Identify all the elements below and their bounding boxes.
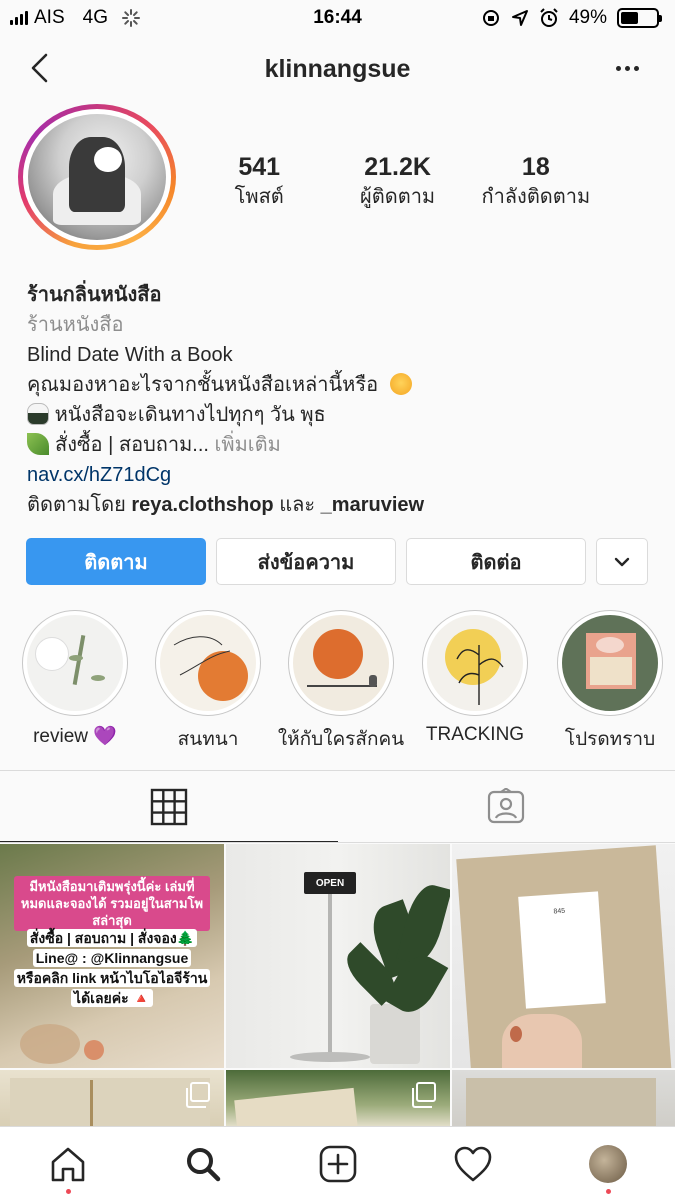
bio-line: Blind Date With a Book [27,344,233,366]
story-highlights: review 💜 สนทนา ให้กับใครสักคน TRACKING โ… [0,610,675,750]
followed-by[interactable]: ติดตามโดย reya.clothshop และ _maruview [27,490,657,520]
profile-username: klinnangsue [264,54,411,83]
alarm-icon [540,8,558,27]
following-count[interactable]: 18 กำลังติดตาม [472,152,600,212]
signal-icon [10,11,28,25]
suggested-dropdown-button[interactable] [596,538,648,585]
back-chevron-icon[interactable] [24,50,60,86]
bio-more-link[interactable]: เพิ่มเติม [215,434,281,456]
highlight-notice[interactable]: โปรดทราบ [545,610,675,754]
tab-grid[interactable] [0,771,338,843]
multiple-photos-icon [186,1082,210,1108]
battery-percent: 49% [568,7,607,28]
tab-home[interactable] [0,1127,135,1200]
avatar-photo [28,114,166,240]
carrier-label: AIS [34,7,65,28]
highlight-cover [160,615,256,711]
highlight-label: TRACKING [425,724,525,745]
status-bar: AIS 4G 16:44 49% [0,0,675,36]
grid-icon [150,788,187,826]
highlight-label: review 💜 [33,726,117,747]
post-thumbnail[interactable] [452,1070,675,1126]
bio-line: หนังสือจะเดินทางไปทุกๆ วัน พุธ [27,400,657,430]
highlight-cover [293,615,389,711]
profile-display-name: ร้านกลิ่นหนังสือ [27,284,162,306]
highlight-label: โปรดทราบ [564,729,656,750]
highlight-label: ให้กับใครสักคน [277,729,405,750]
post-thumbnail[interactable]: มีหนังสือมาเติมพรุ่งนี้ค่ะ เล่มที่หมดและ… [0,844,224,1068]
bio-line: สั่งซื้อ | สอบถาม... เพิ่มเติม [27,430,657,460]
location-icon [511,10,528,26]
highlight-chat[interactable]: สนทนา [143,610,273,754]
profile-avatar[interactable] [18,104,176,250]
bottom-tab-bar [0,1126,675,1200]
chevron-down-icon [614,557,630,566]
highlight-review[interactable]: review 💜 [10,610,140,748]
status-right: 49% [481,7,662,29]
profile-stats: 541 โพสต์ 21.2K ผู้ติดตาม 18 กำลังติดตาม [200,152,600,212]
leaf-icon [27,433,49,455]
profile-actions: ติดตาม ส่งข้อความ ติดต่อ [26,538,648,585]
post-thumbnail[interactable] [226,1070,450,1126]
posts-count[interactable]: 541 โพสต์ [200,152,318,212]
bio-website-link[interactable]: nav.cx/hZ71dCg [27,460,657,490]
followers-count[interactable]: 21.2K ผู้ติดตาม [328,152,466,212]
notification-dot [65,1189,71,1194]
network-label: 4G [82,7,108,28]
highlight-tracking[interactable]: TRACKING [410,610,540,746]
highlight-cover [427,615,523,711]
profile-category: ร้านหนังสือ [27,314,124,336]
loading-icon [121,9,140,27]
open-sign: OPEN [304,872,356,894]
post-thumbnail[interactable]: 845 [452,844,675,1068]
tab-tagged[interactable] [338,771,675,843]
tagged-person-icon [488,788,525,824]
add-post-icon [319,1145,356,1182]
more-options-icon[interactable] [616,66,639,71]
contact-button[interactable]: ติดต่อ [406,538,586,585]
post-grid: มีหนังสือมาเติมพรุ่งนี้ค่ะ เล่มที่หมดและ… [0,844,675,1126]
battery-fill [621,12,638,24]
post-caption-text: สั่งซื้อ | สอบถาม | สั่งจอง🌲 Line@ : @Kl… [10,928,214,1008]
book-card-text: 845 [518,891,606,1009]
follow-button[interactable]: ติดตาม [26,538,206,585]
relieved-face-icon [389,373,412,395]
heart-icon [454,1146,491,1181]
rice-ball-icon [27,403,49,425]
highlight-cover [27,615,123,711]
post-banner-text: มีหนังสือมาเติมพรุ่งนี้ค่ะ เล่มที่หมดและ… [14,876,210,931]
home-icon [51,1147,84,1181]
follower-username[interactable]: reya.clothshop [131,494,273,516]
profile-bio: ร้านกลิ่นหนังสือ ร้านหนังสือ Blind Date … [27,280,657,520]
profile-header-bar: klinnangsue [0,36,675,102]
orientation-lock-icon [482,10,499,26]
highlight-cover [562,615,658,711]
profile-avatar-icon [588,1144,627,1183]
post-thumbnail[interactable] [0,1070,224,1126]
multiple-photos-icon [412,1082,436,1108]
post-thumbnail[interactable]: OPEN [226,844,450,1068]
profile-content-tabs [0,771,675,843]
search-icon [186,1147,220,1181]
tab-profile[interactable] [540,1127,675,1200]
notification-dot [605,1189,611,1194]
status-left: AIS 4G [10,7,140,29]
tab-activity[interactable] [405,1127,540,1200]
message-button[interactable]: ส่งข้อความ [216,538,396,585]
bio-line: คุณมองหาอะไรจากชั้นหนังสือเหล่านี้หรือ [27,370,657,400]
battery-icon [617,8,662,28]
tab-search[interactable] [135,1127,270,1200]
tab-new-post[interactable] [270,1127,405,1200]
highlight-someone[interactable]: ให้กับใครสักคน [276,610,406,754]
highlight-label: สนทนา [177,729,239,750]
follower-username[interactable]: _maruview [321,494,424,516]
